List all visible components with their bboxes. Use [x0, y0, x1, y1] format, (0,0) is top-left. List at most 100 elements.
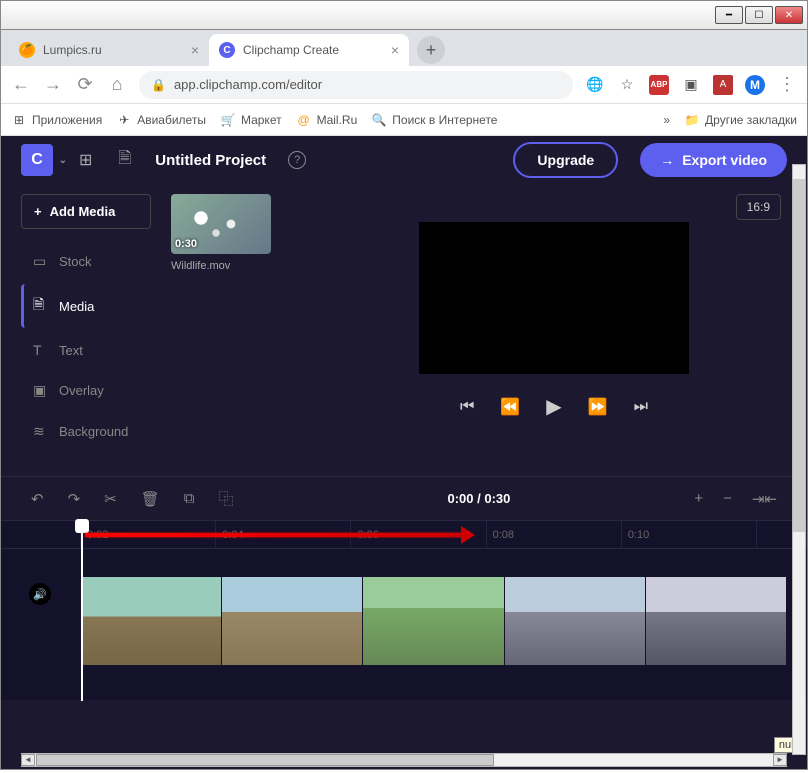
bookmark-bar: ⊞Приложения ✈Авиабилеты 🛒Маркет @Mail.Ru… [1, 104, 807, 136]
app-body: +Add Media ▭Stock 🗎Media TText ▣Overlay … [1, 184, 807, 464]
delete-button[interactable]: 🗑 [141, 490, 160, 508]
extension-icon[interactable]: ▣ [681, 75, 701, 95]
project-title[interactable]: Untitled Project [155, 152, 266, 169]
tab-close-icon[interactable]: × [391, 42, 399, 58]
tab-close-icon[interactable]: × [191, 42, 199, 58]
playhead[interactable] [81, 521, 83, 701]
upgrade-button[interactable]: Upgrade [513, 142, 618, 178]
stock-icon: ▭ [33, 253, 49, 270]
timeline-clip[interactable] [363, 577, 504, 665]
bookmark-item[interactable]: @Mail.Ru [296, 112, 358, 128]
close-button[interactable]: ✕ [775, 6, 803, 24]
maximize-button[interactable]: ☐ [745, 6, 773, 24]
window-titlebar: ━ ☐ ✕ [0, 0, 808, 30]
zoom-controls: + − ⇥⇤ [694, 490, 777, 508]
audio-icon[interactable]: 🔊 [29, 583, 51, 605]
timeline[interactable]: 0:02 0:04 0:06 0:08 0:10 🔊 [1, 520, 807, 700]
sidebar-item-text[interactable]: TText [21, 332, 151, 368]
zoom-fit-button[interactable]: ⇥⇤ [752, 490, 777, 508]
timeline-clip[interactable] [505, 577, 646, 665]
bookmark-item[interactable]: ✈Авиабилеты [116, 112, 206, 128]
undo-button[interactable]: ↶ [31, 490, 44, 508]
sidebar: +Add Media ▭Stock 🗎Media TText ▣Overlay … [21, 194, 151, 464]
redo-button[interactable]: ↷ [68, 490, 81, 508]
sidebar-item-stock[interactable]: ▭Stock [21, 243, 151, 280]
apps-icon: ⊞ [11, 112, 27, 128]
new-tab-button[interactable]: + [417, 36, 445, 64]
skip-start-button[interactable]: ⏮ [460, 398, 474, 416]
menu-icon[interactable]: ⋮ [777, 74, 797, 95]
help-icon[interactable]: ? [288, 151, 306, 169]
export-button[interactable]: →Export video [640, 143, 787, 177]
plus-icon: + [34, 204, 42, 219]
file-icon[interactable]: 🗎 [118, 147, 131, 174]
ruler-tick: 0:10 [622, 521, 757, 548]
url-text: app.clipchamp.com/editor [174, 77, 322, 92]
play-button[interactable]: ▶ [546, 394, 561, 419]
apps-bookmark[interactable]: ⊞Приложения [11, 112, 102, 128]
zoom-in-button[interactable]: + [694, 490, 703, 508]
tab-title: Clipchamp Create [243, 43, 339, 57]
address-bar: ← → ⟳ ⌂ 🔒 app.clipchamp.com/editor 🌐 ☆ A… [1, 66, 807, 104]
adblock-icon[interactable]: ABP [649, 75, 669, 95]
scrollbar-thumb[interactable] [36, 754, 494, 766]
sidebar-item-overlay[interactable]: ▣Overlay [21, 372, 151, 409]
tab-bar: 🍊 Lumpics.ru × C Clipchamp Create × + [1, 30, 807, 66]
minimize-button[interactable]: ━ [715, 6, 743, 24]
copy-button[interactable]: ⧉ [184, 490, 195, 507]
browser-window: 🍊 Lumpics.ru × C Clipchamp Create × + ← … [0, 30, 808, 770]
mail-icon: @ [296, 112, 312, 128]
more-bookmarks[interactable]: » [663, 113, 670, 127]
video-track[interactable] [81, 577, 787, 665]
rewind-button[interactable]: ⏪ [500, 397, 520, 417]
timeline-clip[interactable] [81, 577, 222, 665]
horizontal-scrollbar[interactable]: ◄ ► [21, 753, 787, 767]
vertical-scrollbar[interactable] [792, 164, 806, 755]
sidebar-item-media[interactable]: 🗎Media [21, 284, 151, 328]
video-icon[interactable]: ⊞ [79, 150, 92, 170]
annotation-arrow [85, 533, 465, 537]
url-input[interactable]: 🔒 app.clipchamp.com/editor [139, 71, 573, 99]
text-icon: T [33, 342, 49, 358]
forward-button[interactable]: ⏩ [588, 397, 608, 417]
media-thumbnail[interactable]: 0:30 [171, 194, 271, 254]
timeline-clip[interactable] [222, 577, 363, 665]
profile-avatar[interactable]: M [745, 75, 765, 95]
bookmark-item[interactable]: 🔍Поиск в Интернете [371, 112, 497, 128]
media-duration: 0:30 [175, 238, 197, 250]
overlay-icon: ▣ [33, 382, 49, 399]
media-panel: 0:30 Wildlife.mov [171, 194, 321, 464]
sidebar-item-background[interactable]: ≋Background [21, 413, 151, 450]
aspect-ratio-button[interactable]: 16:9 [736, 194, 781, 220]
reload-button[interactable]: ⟳ [75, 74, 95, 95]
app-logo[interactable]: C⌄ [21, 144, 53, 176]
split-button[interactable]: ✂ [104, 490, 117, 508]
forward-button[interactable]: → [43, 74, 63, 95]
translate-icon[interactable]: 🌐 [585, 75, 605, 95]
add-media-button[interactable]: +Add Media [21, 194, 151, 229]
star-icon[interactable]: ☆ [617, 75, 637, 95]
app-header: C⌄ ⊞ 🗎 Untitled Project ? Upgrade →Expor… [1, 136, 807, 184]
skip-end-button[interactable]: ⏭ [634, 398, 648, 416]
pdf-icon[interactable]: A [713, 75, 733, 95]
home-button[interactable]: ⌂ [107, 74, 127, 95]
browser-tab[interactable]: C Clipchamp Create × [209, 34, 409, 66]
playback-controls: ⏮ ⏪ ▶ ⏩ ⏭ [460, 394, 648, 419]
scroll-left-button[interactable]: ◄ [21, 754, 35, 766]
app-content: C⌄ ⊞ 🗎 Untitled Project ? Upgrade →Expor… [1, 136, 807, 769]
scroll-right-button[interactable]: ► [773, 754, 787, 766]
scrollbar-thumb[interactable] [793, 179, 805, 532]
browser-tab[interactable]: 🍊 Lumpics.ru × [9, 34, 209, 66]
bookmark-item[interactable]: 🛒Маркет [220, 112, 282, 128]
zoom-out-button[interactable]: − [723, 490, 732, 508]
chevron-down-icon: ⌄ [59, 155, 67, 166]
timeline-clip[interactable] [646, 577, 787, 665]
video-preview[interactable] [419, 222, 689, 374]
cart-icon: 🛒 [220, 112, 236, 128]
favicon: C [219, 42, 235, 58]
favicon: 🍊 [19, 42, 35, 58]
back-button[interactable]: ← [11, 74, 31, 95]
other-bookmarks[interactable]: 📁Другие закладки [684, 112, 797, 128]
lock-icon: 🔒 [151, 78, 166, 92]
duplicate-button[interactable]: ⿻ [219, 488, 234, 509]
